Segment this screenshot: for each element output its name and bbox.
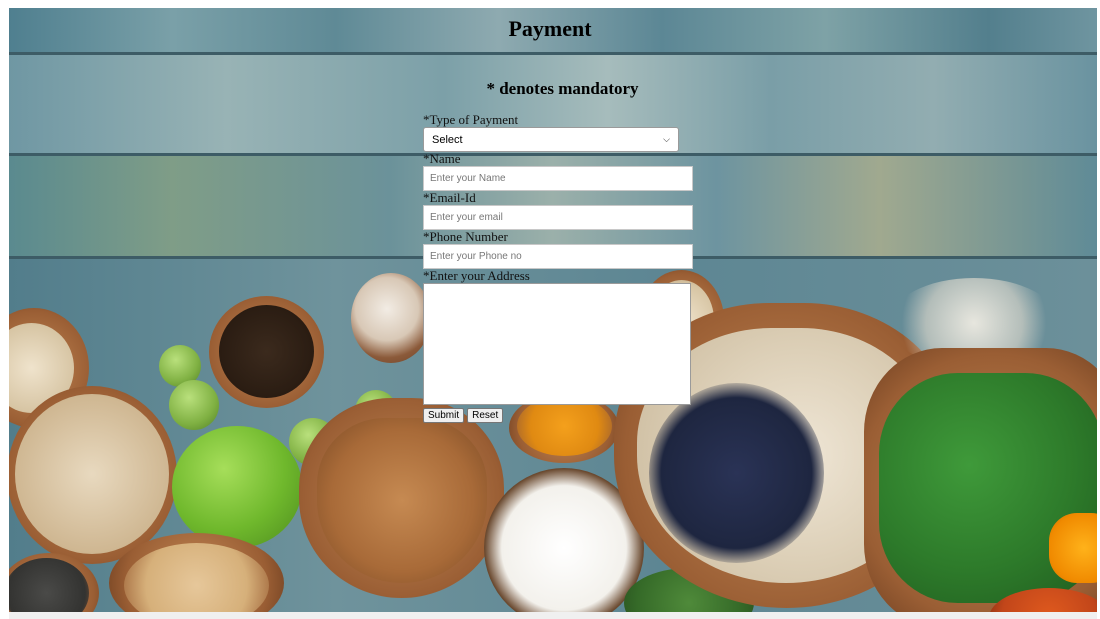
name-input[interactable]: Enter your Name — [423, 166, 693, 191]
phone-label: *Phone Number — [423, 229, 508, 244]
quinoa-bowl — [15, 394, 169, 554]
payment-type-select[interactable]: Select ⌵ — [423, 127, 679, 152]
yellow-pepper — [1049, 513, 1097, 583]
email-placeholder: Enter your email — [430, 212, 503, 223]
email-label: *Email-Id — [423, 190, 476, 205]
submit-button[interactable]: Submit — [423, 408, 465, 423]
phone-input[interactable]: Enter your Phone no — [423, 244, 693, 269]
payment-type-selected: Select — [432, 133, 463, 146]
name-placeholder: Enter your Name — [430, 173, 506, 184]
form-buttons: Submit Reset — [423, 408, 703, 423]
payment-form: *Type of Payment Select ⌵ *Name Enter yo… — [423, 113, 703, 423]
horizontal-scrollbar[interactable] — [9, 612, 1097, 619]
mandatory-note: * denotes mandatory — [486, 79, 639, 98]
brussels-sprout — [169, 380, 219, 430]
email-input[interactable]: Enter your email — [423, 205, 693, 230]
payment-type-label: *Type of Payment — [423, 112, 519, 127]
page-title: Payment — [508, 16, 592, 41]
phone-placeholder: Enter your Phone no — [430, 251, 522, 262]
address-textarea[interactable] — [423, 283, 691, 405]
address-label: *Enter your Address — [423, 268, 530, 283]
chevron-down-icon: ⌵ — [663, 134, 670, 144]
tea-leaves — [219, 305, 314, 398]
green-apple — [172, 426, 302, 548]
mushroom — [351, 273, 431, 363]
almonds — [317, 418, 487, 583]
reset-button[interactable]: Reset — [467, 408, 504, 423]
name-label: *Name — [423, 151, 461, 166]
